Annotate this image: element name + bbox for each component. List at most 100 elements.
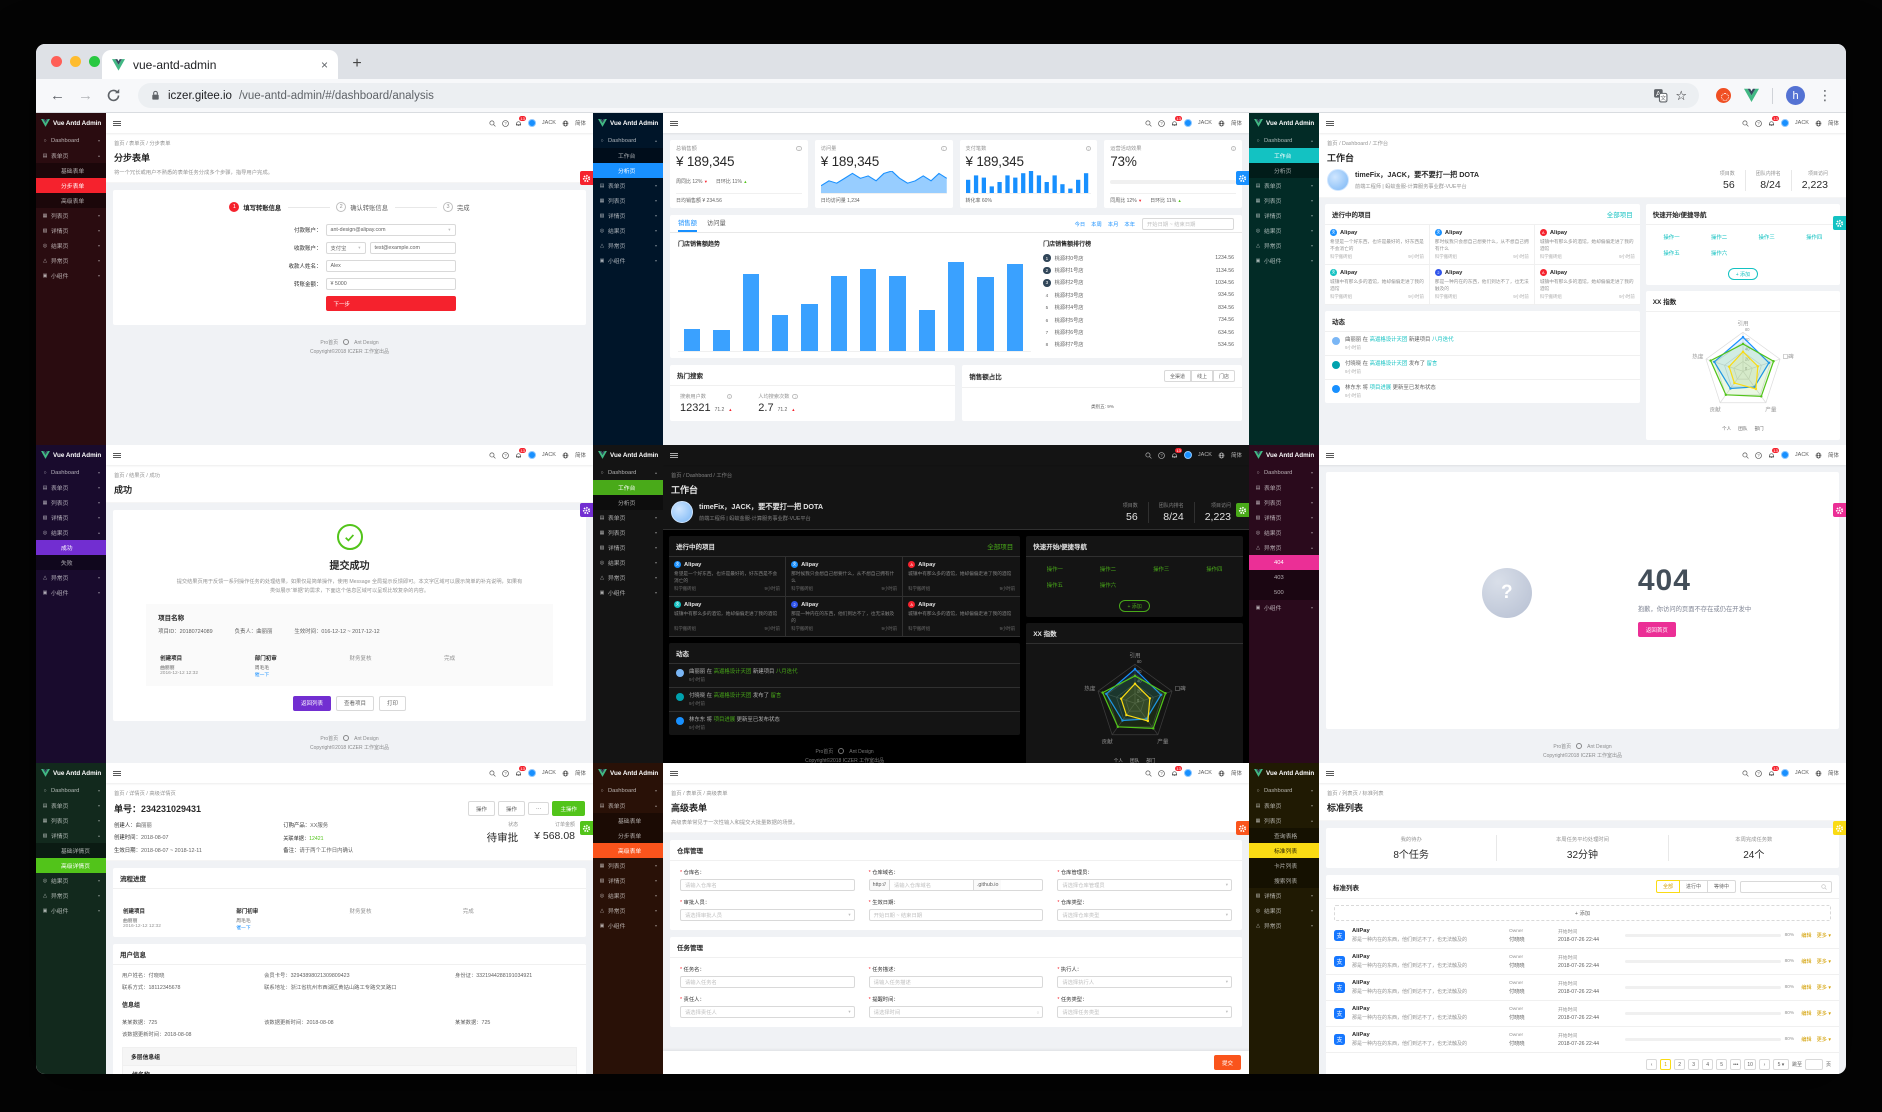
app-logo[interactable]: Vue Antd Admin [593,763,663,783]
project-card[interactable]: 支 Alipay 那时候我只会想自己想要什么，从不想自己拥有什么 科学搬砖组 9小时… [1429,225,1535,265]
quick-op-link[interactable]: 操作三 [1135,561,1188,577]
sidebar-item[interactable]: 分步表单 [593,828,663,843]
language-label[interactable]: 简体 [1828,451,1839,459]
receiver-name-input[interactable]: Alex [325,260,456,272]
menu-fold-icon[interactable] [670,120,678,126]
sidebar-item[interactable]: △ 异常页 ▾ [36,253,106,268]
sidebar-item[interactable]: ◎ 结果页 ▾ [593,555,663,570]
form-input[interactable]: 请选择责任人 ▾ [680,1006,855,1018]
menu-fold-icon[interactable] [113,120,121,126]
search-icon[interactable] [489,451,496,459]
sidebar-item[interactable]: ▤ 表单页 ▴ [593,798,663,813]
quick-op-link[interactable]: 操作三 [1743,229,1791,245]
sidebar-item[interactable]: △ 异常页 ▾ [1249,238,1319,253]
search-icon[interactable] [1145,451,1152,459]
address-bar[interactable]: iczer.gitee.io/vue-antd-admin/#/dashboar… [138,83,1699,108]
page-button[interactable]: ‹ [1646,1059,1658,1070]
activity-link[interactable]: 高逼格设计天团 [1370,337,1408,343]
legend-item[interactable]: 个人 [1722,426,1731,432]
footer-link-ant[interactable]: Ant Design [354,340,378,346]
language-label[interactable]: 简体 [1828,769,1839,777]
browser-menu-icon[interactable]: ⋮ [1818,87,1832,104]
legend-item[interactable]: 部门 [1754,426,1763,432]
language-label[interactable]: 简体 [1231,119,1242,127]
language-label[interactable]: 简体 [1828,119,1839,127]
sidebar-item[interactable]: △ 异常页 ▾ [593,903,663,918]
back-button[interactable]: ← [50,88,65,103]
question-icon[interactable]: ? [502,119,509,127]
channel-filter-button[interactable]: 线上 [1190,370,1213,382]
github-icon[interactable] [1576,743,1583,749]
range-link[interactable]: 今日 [1075,220,1086,228]
language-globe-icon[interactable] [1218,452,1225,459]
project-card[interactable]: 2 Alipay 那是一种内在的东西，他们到达不了，也无法触及的 科学搬砖组 9小时… [1429,265,1535,305]
quick-op-link[interactable]: 操作六 [1695,245,1743,261]
filter-button[interactable]: 等待中 [1706,880,1736,893]
sidebar-item[interactable]: ▧ 详情页 ▾ [36,223,106,238]
sidebar-item[interactable]: ◎ 结果页 ▾ [593,888,663,903]
sidebar-item[interactable]: ▦ 列表页 ▾ [36,495,106,510]
footer-link-pro[interactable]: Pro首页 [815,749,833,755]
app-logo[interactable]: Vue Antd Admin [1249,113,1319,133]
sidebar-item[interactable]: ▤ 表单页 ▾ [1249,798,1319,813]
project-card[interactable]: 2 Alipay 那是一种内在的东西，他们到达不了，也无法触及的 科学搬砖组 9小时… [786,597,904,637]
activity-link[interactable]: 留言 [771,693,782,699]
back-home-button[interactable]: 返回首页 [1637,622,1676,637]
minimize-window-button[interactable] [70,56,81,67]
sidebar-item[interactable]: ▤ 表单页 ▾ [593,510,663,525]
sidebar-item[interactable]: ○ Dashboard ▾ [36,133,106,148]
project-card[interactable]: A Alipay 城镇中有那么多的酒馆，她却偏偏走进了我的酒馆 科学搬砖组 9小时前 [903,557,1021,597]
sidebar-item[interactable]: 标准列表 [1249,843,1319,858]
form-input[interactable]: 请选择时间 ○ [868,1006,1044,1018]
sidebar-item[interactable]: ▦ 列表页 ▾ [1249,495,1319,510]
sidebar-item[interactable]: ▧ 详情页 ▾ [1249,208,1319,223]
sidebar-item[interactable]: 404 [1249,555,1319,570]
language-label[interactable]: 简体 [575,769,586,777]
edit-link[interactable]: 编辑 [1801,1036,1811,1043]
sidebar-item[interactable]: ▦ 列表页 ▾ [593,858,663,873]
edit-link[interactable]: 编辑 [1801,932,1811,939]
theme-settings-button[interactable] [1236,503,1249,517]
breadcrumb[interactable]: 首页 / Dashboard / 工作台 [1327,137,1838,151]
print-button[interactable]: 打印 [379,695,407,711]
github-icon[interactable] [838,748,845,755]
reload-button[interactable] [106,88,121,103]
filter-button[interactable]: 全部 [1655,880,1680,893]
quick-op-link[interactable]: 操作二 [1695,229,1743,245]
form-input[interactable]: 请选择审批人员 ▾ [680,909,855,921]
question-icon[interactable]: ? [1158,769,1165,777]
sidebar-item[interactable]: ▦ 列表页 ▾ [593,525,663,540]
sidebar-item[interactable]: 成功 [36,540,106,555]
project-card[interactable]: 支 Alipay 城镇中有那么多的酒馆，她却偏偏走进了我的酒馆 科学搬砖组 9小时前 [669,597,787,637]
sidebar-item[interactable]: 分步表单 [36,178,106,193]
receiver-account-input[interactable]: test@example.com [369,242,456,254]
sidebar-item[interactable]: 高级详情页 [36,858,106,873]
theme-settings-button[interactable] [580,171,593,185]
sidebar-item[interactable]: 分析页 [593,495,663,510]
browser-tab[interactable]: vue-antd-admin × [102,50,338,79]
sidebar-item[interactable]: ▣ 小组件 ▾ [593,918,663,933]
sidebar-item[interactable]: ○ Dashboard ▾ [593,783,663,798]
breadcrumb[interactable]: 首页 / 表单页 / 高级表单 [671,787,1241,801]
tab-close-icon[interactable]: × [321,58,328,72]
search-icon[interactable] [1742,769,1749,777]
quick-op-link[interactable]: 操作一 [1648,229,1696,245]
project-card[interactable]: A Alipay 城镇中有那么多的酒馆，她却偏偏走进了我的酒馆 科学搬砖组 9小时前 [1534,225,1640,265]
activity-link[interactable]: 留言 [1427,361,1438,367]
search-icon[interactable] [489,769,496,777]
sidebar-item[interactable]: ▦ 列表页 ▴ [1249,813,1319,828]
notification-bell-icon[interactable]: 13 [1768,765,1780,777]
sidebar-item[interactable]: 卡片列表 [1249,858,1319,873]
sidebar-item[interactable]: 搜索列表 [1249,873,1319,888]
page-button[interactable]: ••• [1730,1059,1742,1070]
github-icon[interactable] [343,339,350,345]
add-button[interactable]: + 添加 [1334,905,1831,921]
search-icon[interactable] [1742,119,1749,127]
activity-link[interactable]: 八月迭代 [1432,337,1454,343]
sidebar-item[interactable]: ▤ 表单页 ▴ [36,148,106,163]
sidebar-item[interactable]: ▦ 列表页 ▾ [36,813,106,828]
sidebar-item[interactable]: 500 [1249,585,1319,600]
sidebar-item[interactable]: ▣ 小组件 ▾ [36,903,106,918]
app-logo[interactable]: Vue Antd Admin [593,445,663,465]
sidebar-item[interactable]: 工作台 [1249,148,1319,163]
